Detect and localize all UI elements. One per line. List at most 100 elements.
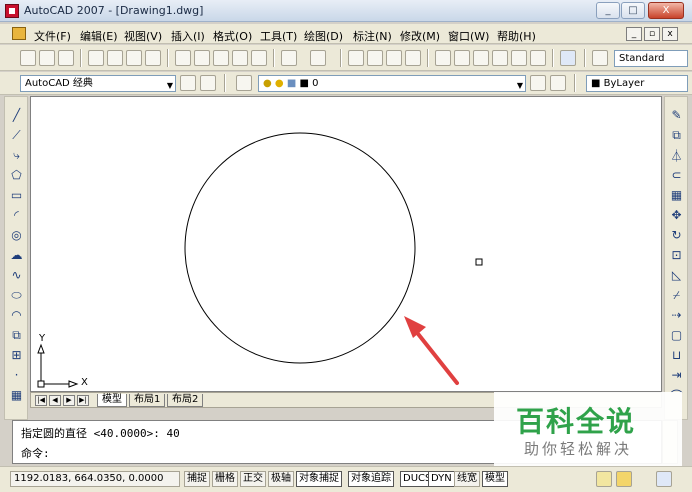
layer-dropdown[interactable]: ● ● ■ ■ 0 ▼ xyxy=(258,75,526,92)
plot-preview-icon[interactable] xyxy=(107,50,123,66)
break-icon[interactable]: ▢ xyxy=(668,327,685,343)
doc-close-button[interactable]: x xyxy=(662,27,678,41)
zoom-realtime-icon[interactable] xyxy=(367,50,383,66)
prev-tab-icon[interactable]: ◀ xyxy=(49,395,61,406)
next-tab-icon[interactable]: ▶ xyxy=(63,395,75,406)
pan-icon[interactable] xyxy=(348,50,364,66)
markup-set-icon[interactable] xyxy=(511,50,527,66)
rectangle-icon[interactable]: ▭ xyxy=(8,187,25,203)
tab-layout2[interactable]: 布局2 xyxy=(167,394,204,407)
first-tab-icon[interactable]: |◀ xyxy=(35,395,47,406)
polygon-icon[interactable]: ⬠ xyxy=(8,167,25,183)
menu-view[interactable]: 视图(V) xyxy=(124,28,162,44)
menu-edit[interactable]: 编辑(E) xyxy=(80,28,118,44)
sheet-set-manager-icon[interactable] xyxy=(492,50,508,66)
publish-icon[interactable] xyxy=(126,50,142,66)
copy-icon[interactable] xyxy=(194,50,210,66)
chamfer-icon[interactable]: ⇥ xyxy=(668,367,685,383)
undo-icon[interactable] xyxy=(281,50,297,66)
menu-draw[interactable]: 绘图(D) xyxy=(304,28,343,44)
model-space-toggle[interactable]: 模型 xyxy=(482,471,508,487)
workspace-settings-icon[interactable] xyxy=(180,75,196,91)
zoom-window-icon[interactable] xyxy=(386,50,402,66)
minimize-button[interactable]: _ xyxy=(596,2,620,19)
polyline-icon[interactable]: ⤷ xyxy=(8,147,25,163)
redo-icon[interactable] xyxy=(310,50,326,66)
otrack-toggle[interactable]: 对象追踪 xyxy=(348,471,394,487)
properties-icon[interactable] xyxy=(435,50,451,66)
menu-dimension[interactable]: 标注(N) xyxy=(353,28,392,44)
dyn-toggle[interactable]: DYN xyxy=(428,471,455,487)
insert-block-icon[interactable]: ⧉ xyxy=(8,327,25,343)
cut-icon[interactable] xyxy=(175,50,191,66)
ortho-toggle[interactable]: 正交 xyxy=(240,471,266,487)
menu-file[interactable]: 文件(F) xyxy=(34,28,71,44)
arc-icon[interactable]: ◜ xyxy=(8,207,25,223)
join-icon[interactable]: ⊔ xyxy=(668,347,685,363)
save-icon[interactable] xyxy=(58,50,74,66)
paste-icon[interactable] xyxy=(213,50,229,66)
doc-minimize-button[interactable]: _ xyxy=(626,27,642,41)
calculator-icon[interactable] xyxy=(530,50,546,66)
menu-insert[interactable]: 插入(I) xyxy=(171,28,205,44)
plot-icon[interactable] xyxy=(88,50,104,66)
close-button[interactable]: X xyxy=(648,2,684,19)
menu-help[interactable]: 帮助(H) xyxy=(497,28,536,44)
move-icon[interactable]: ✥ xyxy=(668,207,685,223)
erase-icon[interactable]: ✎ xyxy=(668,107,685,123)
design-center-icon[interactable] xyxy=(454,50,470,66)
menu-modify[interactable]: 修改(M) xyxy=(400,28,440,44)
layer-manager-icon[interactable] xyxy=(236,75,252,91)
grid-toggle[interactable]: 栅格 xyxy=(212,471,238,487)
rotate-icon[interactable]: ↻ xyxy=(668,227,685,243)
open-file-icon[interactable] xyxy=(39,50,55,66)
lineweight-toggle[interactable]: 线宽 xyxy=(454,471,480,487)
polar-toggle[interactable]: 极轴 xyxy=(268,471,294,487)
new-file-icon[interactable] xyxy=(20,50,36,66)
text-style-dropdown[interactable]: Standard xyxy=(614,50,688,67)
circle-object[interactable] xyxy=(184,132,416,364)
point-icon[interactable]: · xyxy=(8,367,25,383)
make-block-icon[interactable]: ⊞ xyxy=(8,347,25,363)
osnap-toggle[interactable]: 对象捕捉 xyxy=(296,471,342,487)
match-properties-icon[interactable] xyxy=(232,50,248,66)
construction-line-icon[interactable]: ⟋ xyxy=(8,127,25,143)
ellipse-icon[interactable]: ⬭ xyxy=(8,287,25,303)
last-tab-icon[interactable]: ▶| xyxy=(77,395,89,406)
tab-model[interactable]: 模型 xyxy=(97,394,127,407)
stretch-icon[interactable]: ◺ xyxy=(668,267,685,283)
lock-toolbar-icon[interactable] xyxy=(616,471,632,487)
ellipse-arc-icon[interactable]: ◠ xyxy=(8,307,25,323)
zoom-previous-icon[interactable] xyxy=(405,50,421,66)
3d-dwf-icon[interactable] xyxy=(145,50,161,66)
hatch-icon[interactable]: ▦ xyxy=(8,387,25,403)
copy-object-icon[interactable]: ⧉ xyxy=(668,127,685,143)
maximize-button[interactable]: □ xyxy=(621,2,645,19)
document-icon[interactable] xyxy=(12,27,26,40)
circle-icon[interactable]: ◎ xyxy=(8,227,25,243)
spline-icon[interactable]: ∿ xyxy=(8,267,25,283)
autocad-app-icon[interactable] xyxy=(5,4,19,18)
line-icon[interactable]: ╱ xyxy=(8,107,25,123)
offset-icon[interactable]: ⊂ xyxy=(668,167,685,183)
revision-cloud-icon[interactable]: ☁ xyxy=(8,247,25,263)
save-workspace-icon[interactable] xyxy=(200,75,216,91)
trim-icon[interactable]: ⌿ xyxy=(668,287,685,303)
workspace-dropdown[interactable]: AutoCAD 经典 ▼ xyxy=(20,75,176,92)
extend-icon[interactable]: ⇢ xyxy=(668,307,685,323)
drawing-area[interactable]: Y X xyxy=(30,96,662,392)
coordinate-display[interactable]: 1192.0183, 664.0350, 0.0000 xyxy=(10,471,180,487)
array-icon[interactable]: ▦ xyxy=(668,187,685,203)
layer-previous-icon[interactable] xyxy=(550,75,566,91)
menu-tools[interactable]: 工具(T) xyxy=(260,28,297,44)
block-editor-icon[interactable] xyxy=(251,50,267,66)
text-style-icon[interactable] xyxy=(592,50,608,66)
color-dropdown[interactable]: ■ ByLayer xyxy=(586,75,688,92)
scale-icon[interactable]: ⊡ xyxy=(668,247,685,263)
menu-window[interactable]: 窗口(W) xyxy=(448,28,489,44)
menu-format[interactable]: 格式(O) xyxy=(213,28,252,44)
doc-restore-button[interactable]: ▫ xyxy=(644,27,660,41)
make-layer-current-icon[interactable] xyxy=(530,75,546,91)
mirror-icon[interactable]: ⏃ xyxy=(668,147,685,163)
clean-screen-icon[interactable] xyxy=(656,471,672,487)
